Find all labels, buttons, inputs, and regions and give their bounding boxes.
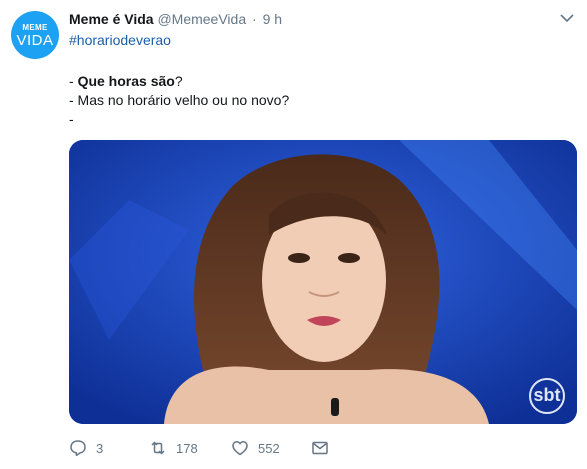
user-handle[interactable]: @MemeeVida xyxy=(157,11,246,27)
chevron-down-icon[interactable] xyxy=(560,13,574,23)
retweet-count: 178 xyxy=(176,440,198,456)
tweet-header: Meme é Vida @MemeeVida · 9 h xyxy=(69,11,282,27)
tweet-text: - Que horas são? - Mas no horário velho … xyxy=(69,72,289,129)
envelope-icon xyxy=(312,441,328,455)
display-name[interactable]: Meme é Vida xyxy=(69,11,154,27)
line1-prefix: - xyxy=(69,73,78,89)
avatar[interactable]: MEME VIDA xyxy=(11,11,59,59)
heart-icon xyxy=(232,441,248,456)
sbt-watermark: sbt xyxy=(529,378,565,414)
tweet-line-1: - Que horas são? xyxy=(69,72,289,91)
line1-bold: Que horas são xyxy=(77,73,175,89)
timestamp[interactable]: 9 h xyxy=(263,11,282,27)
direct-message-button[interactable] xyxy=(311,436,329,460)
retweet-button[interactable]: 178 xyxy=(149,436,198,460)
reply-icon xyxy=(70,440,86,457)
line1-suffix: ? xyxy=(174,73,183,89)
reply-count: 3 xyxy=(96,440,104,456)
tweet-media-image[interactable]: sbt xyxy=(69,140,577,424)
retweet-icon xyxy=(151,441,165,455)
avatar-logo-top: MEME xyxy=(22,23,48,32)
like-button[interactable]: 552 xyxy=(231,436,280,460)
tweet-line-3: - xyxy=(69,111,74,127)
reply-button[interactable]: 3 xyxy=(69,436,103,460)
avatar-logo-bottom: VIDA xyxy=(16,32,54,49)
media-illustration xyxy=(69,140,577,424)
tweet-line-2: - Mas no horário velho ou no novo? xyxy=(69,92,290,108)
like-count: 552 xyxy=(258,440,280,456)
hashtag-link[interactable]: #horariodeverao xyxy=(69,32,171,48)
separator-dot: · xyxy=(252,11,257,27)
